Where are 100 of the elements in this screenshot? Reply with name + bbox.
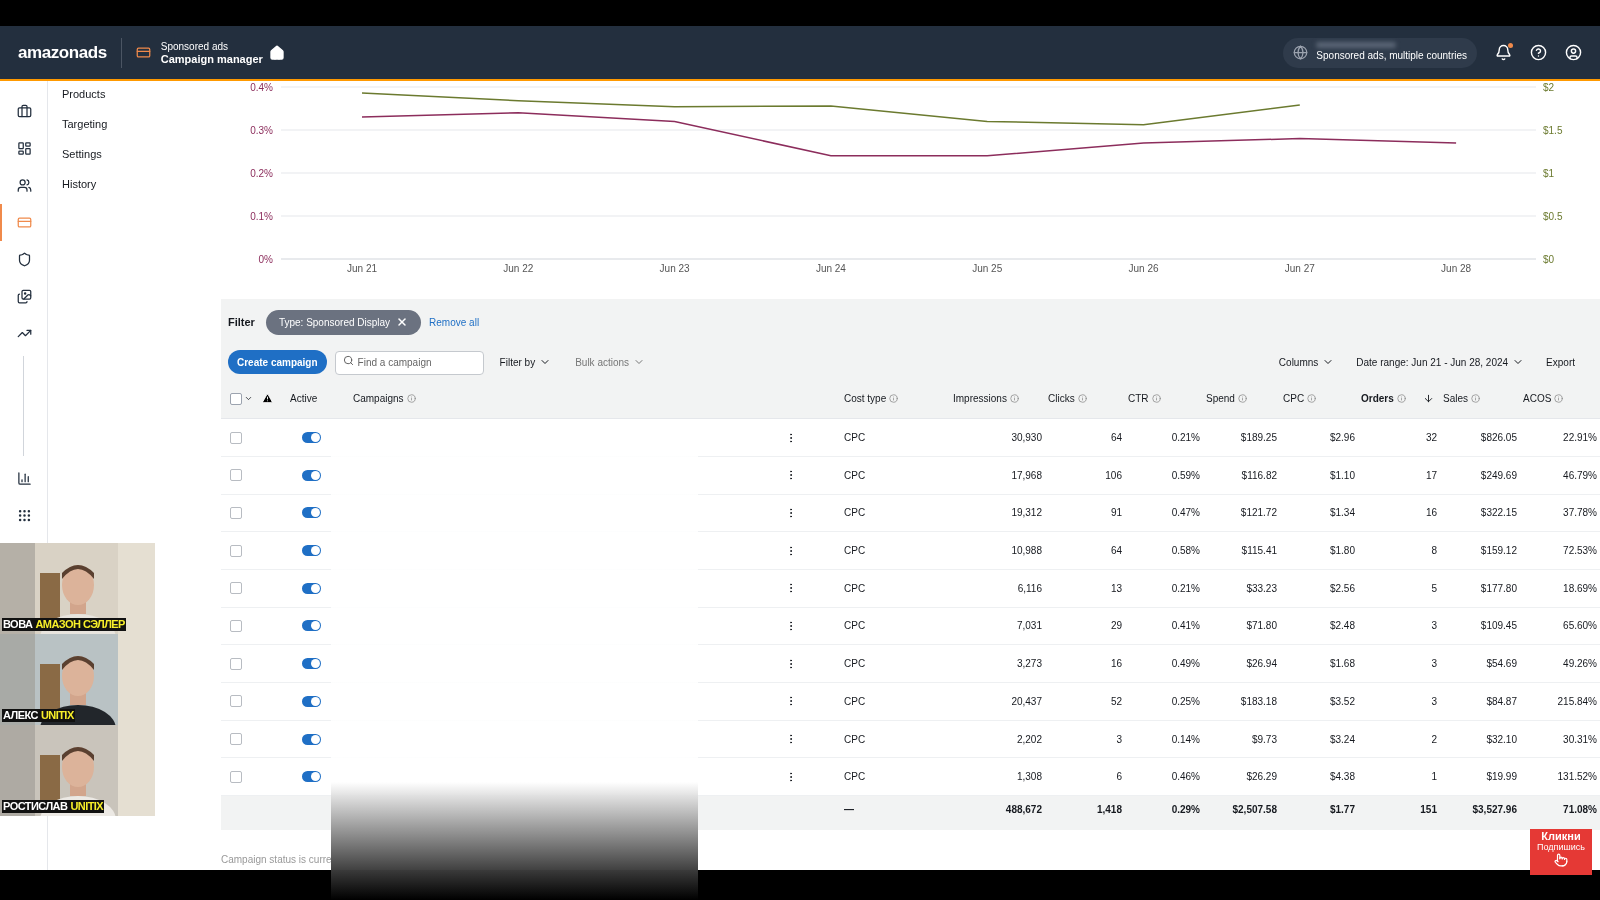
table-cell-text: 0.49% — [1170, 657, 1201, 672]
row-checkbox[interactable] — [230, 733, 242, 745]
table-cell-text: 1 — [1430, 770, 1438, 785]
select-all-checkbox[interactable] — [230, 392, 242, 405]
close-icon[interactable] — [396, 316, 409, 329]
search-icon — [342, 355, 354, 367]
search-field[interactable]: Find a campaign — [334, 350, 484, 375]
column-header[interactable]: Sales — [1443, 391, 1468, 407]
active-toggle[interactable] — [302, 582, 321, 594]
row-checkbox[interactable] — [230, 770, 242, 783]
profile-icon[interactable] — [1565, 44, 1582, 61]
total-cell-text: $1.77 — [1328, 802, 1356, 817]
filter-chip[interactable]: Type: Sponsored Display — [265, 309, 422, 335]
table-cell-text: $1.34 — [1328, 506, 1356, 521]
table-cell-text: 3 — [1430, 657, 1438, 672]
table-cell-text: $115.41 — [1240, 544, 1278, 559]
active-toggle[interactable] — [302, 695, 321, 707]
table-cell-text: 6,116 — [1016, 581, 1043, 596]
axis-label: 0.1% — [250, 211, 273, 222]
active-toggle[interactable] — [302, 733, 321, 745]
column-header[interactable]: CPC — [1283, 391, 1305, 407]
column-header[interactable]: ACOS — [1523, 391, 1552, 407]
axis-label: 0.2% — [250, 168, 273, 179]
sort-arrow-icon[interactable] — [1422, 393, 1434, 405]
active-toggle[interactable] — [302, 545, 321, 557]
column-header[interactable]: Cost type — [844, 391, 887, 407]
column-header[interactable]: Active — [290, 391, 318, 407]
active-toggle[interactable] — [302, 771, 321, 783]
row-checkbox[interactable] — [230, 582, 242, 595]
card-icon — [135, 45, 151, 60]
table-cell-text: $2.96 — [1328, 431, 1356, 445]
row-checkbox[interactable] — [230, 431, 242, 444]
row-checkbox[interactable] — [230, 544, 242, 557]
create-campaign-button[interactable]: Create campaign — [228, 350, 327, 375]
export-button[interactable]: Export — [1546, 354, 1575, 370]
table-cell-text: 3 — [1430, 694, 1438, 709]
table-cell-text: 0.41% — [1170, 619, 1201, 634]
active-toggle[interactable] — [302, 469, 321, 481]
column-header[interactable]: Orders — [1361, 391, 1394, 407]
axis-label: $1 — [1543, 168, 1555, 179]
status-note: Campaign status is curre — [221, 854, 332, 865]
active-toggle[interactable] — [302, 507, 321, 519]
table-cell-text: $32.10 — [1485, 732, 1518, 747]
subnav-link[interactable]: History — [62, 177, 203, 207]
row-checkbox[interactable] — [230, 695, 242, 708]
row-checkbox[interactable] — [230, 619, 242, 632]
table-cell-text: $159.12 — [1479, 544, 1518, 559]
table-cell-text: 18.69% — [1562, 581, 1598, 596]
table-cell-text: CPC — [843, 581, 867, 596]
subscribe-button[interactable]: Кликни Подпишись — [1530, 829, 1592, 875]
bulk-actions-dropdown[interactable]: Bulk actions — [575, 354, 646, 370]
notifications-icon[interactable] — [1495, 44, 1512, 61]
bar-chart-icon — [17, 471, 32, 486]
remove-all-link[interactable]: Remove all — [429, 314, 480, 330]
column-header[interactable]: CTR — [1128, 391, 1149, 407]
column-header[interactable]: Impressions — [953, 391, 1007, 407]
column-header[interactable]: Campaigns — [353, 391, 404, 407]
table-cell-text: 17 — [1424, 468, 1438, 483]
total-cell-text: 151 — [1419, 802, 1438, 817]
column-header[interactable]: Clicks — [1048, 391, 1075, 407]
columns-dropdown[interactable]: Columns — [1278, 354, 1335, 370]
subnav-link[interactable]: Targeting — [62, 117, 203, 147]
help-icon[interactable] — [1530, 44, 1547, 61]
axis-label: $2 — [1543, 82, 1555, 93]
table-cell-text: 3,273 — [1015, 657, 1043, 672]
table-cell-text: $54.69 — [1485, 657, 1518, 672]
table-cell-text: 8 — [1430, 544, 1438, 559]
table-cell-text: 49.26% — [1562, 657, 1598, 672]
table-cell-text: CPC — [843, 468, 867, 483]
warning-icon — [262, 393, 273, 405]
table-cell-text: 17,968 — [1010, 468, 1043, 483]
axis-label: Jun 21 — [347, 263, 377, 274]
active-toggle[interactable] — [302, 658, 321, 670]
subnav-link[interactable]: Settings — [62, 147, 203, 177]
table-cell-text: $183.18 — [1239, 694, 1278, 709]
card-icon — [17, 215, 32, 230]
subnav-link[interactable]: Products — [62, 87, 203, 117]
table-cell-text: $177.80 — [1479, 581, 1518, 596]
table-cell-text: CPC — [843, 657, 867, 672]
table-cell-text: $116.82 — [1240, 468, 1278, 483]
column-header[interactable]: Spend — [1206, 391, 1235, 407]
account-selector[interactable]: Sponsored ads, multiple countries — [1283, 37, 1477, 68]
page-title: Campaign manager — [160, 52, 263, 65]
axis-label: Jun 26 — [1128, 263, 1159, 274]
active-toggle[interactable] — [302, 432, 321, 443]
table-cell-text: 7,031 — [1015, 619, 1043, 634]
caption-tag: UNITIX — [70, 800, 105, 813]
home-icon[interactable] — [268, 44, 285, 61]
active-toggle[interactable] — [302, 620, 321, 632]
date-range-dropdown[interactable]: Date range: Jun 21 - Jun 28, 2024 — [1356, 354, 1525, 370]
row-checkbox[interactable] — [230, 469, 242, 482]
table-cell-text: 1,308 — [1015, 770, 1043, 785]
axis-label: 0% — [258, 254, 273, 265]
table-cell-text: 52 — [1109, 694, 1123, 709]
row-checkbox[interactable] — [230, 506, 242, 519]
filter-by-dropdown[interactable]: Filter by — [499, 354, 552, 370]
globe-icon — [1293, 45, 1309, 60]
table-cell-text: $2.56 — [1328, 581, 1356, 596]
table-cell-text: CPC — [843, 506, 867, 521]
row-checkbox[interactable] — [230, 657, 242, 670]
